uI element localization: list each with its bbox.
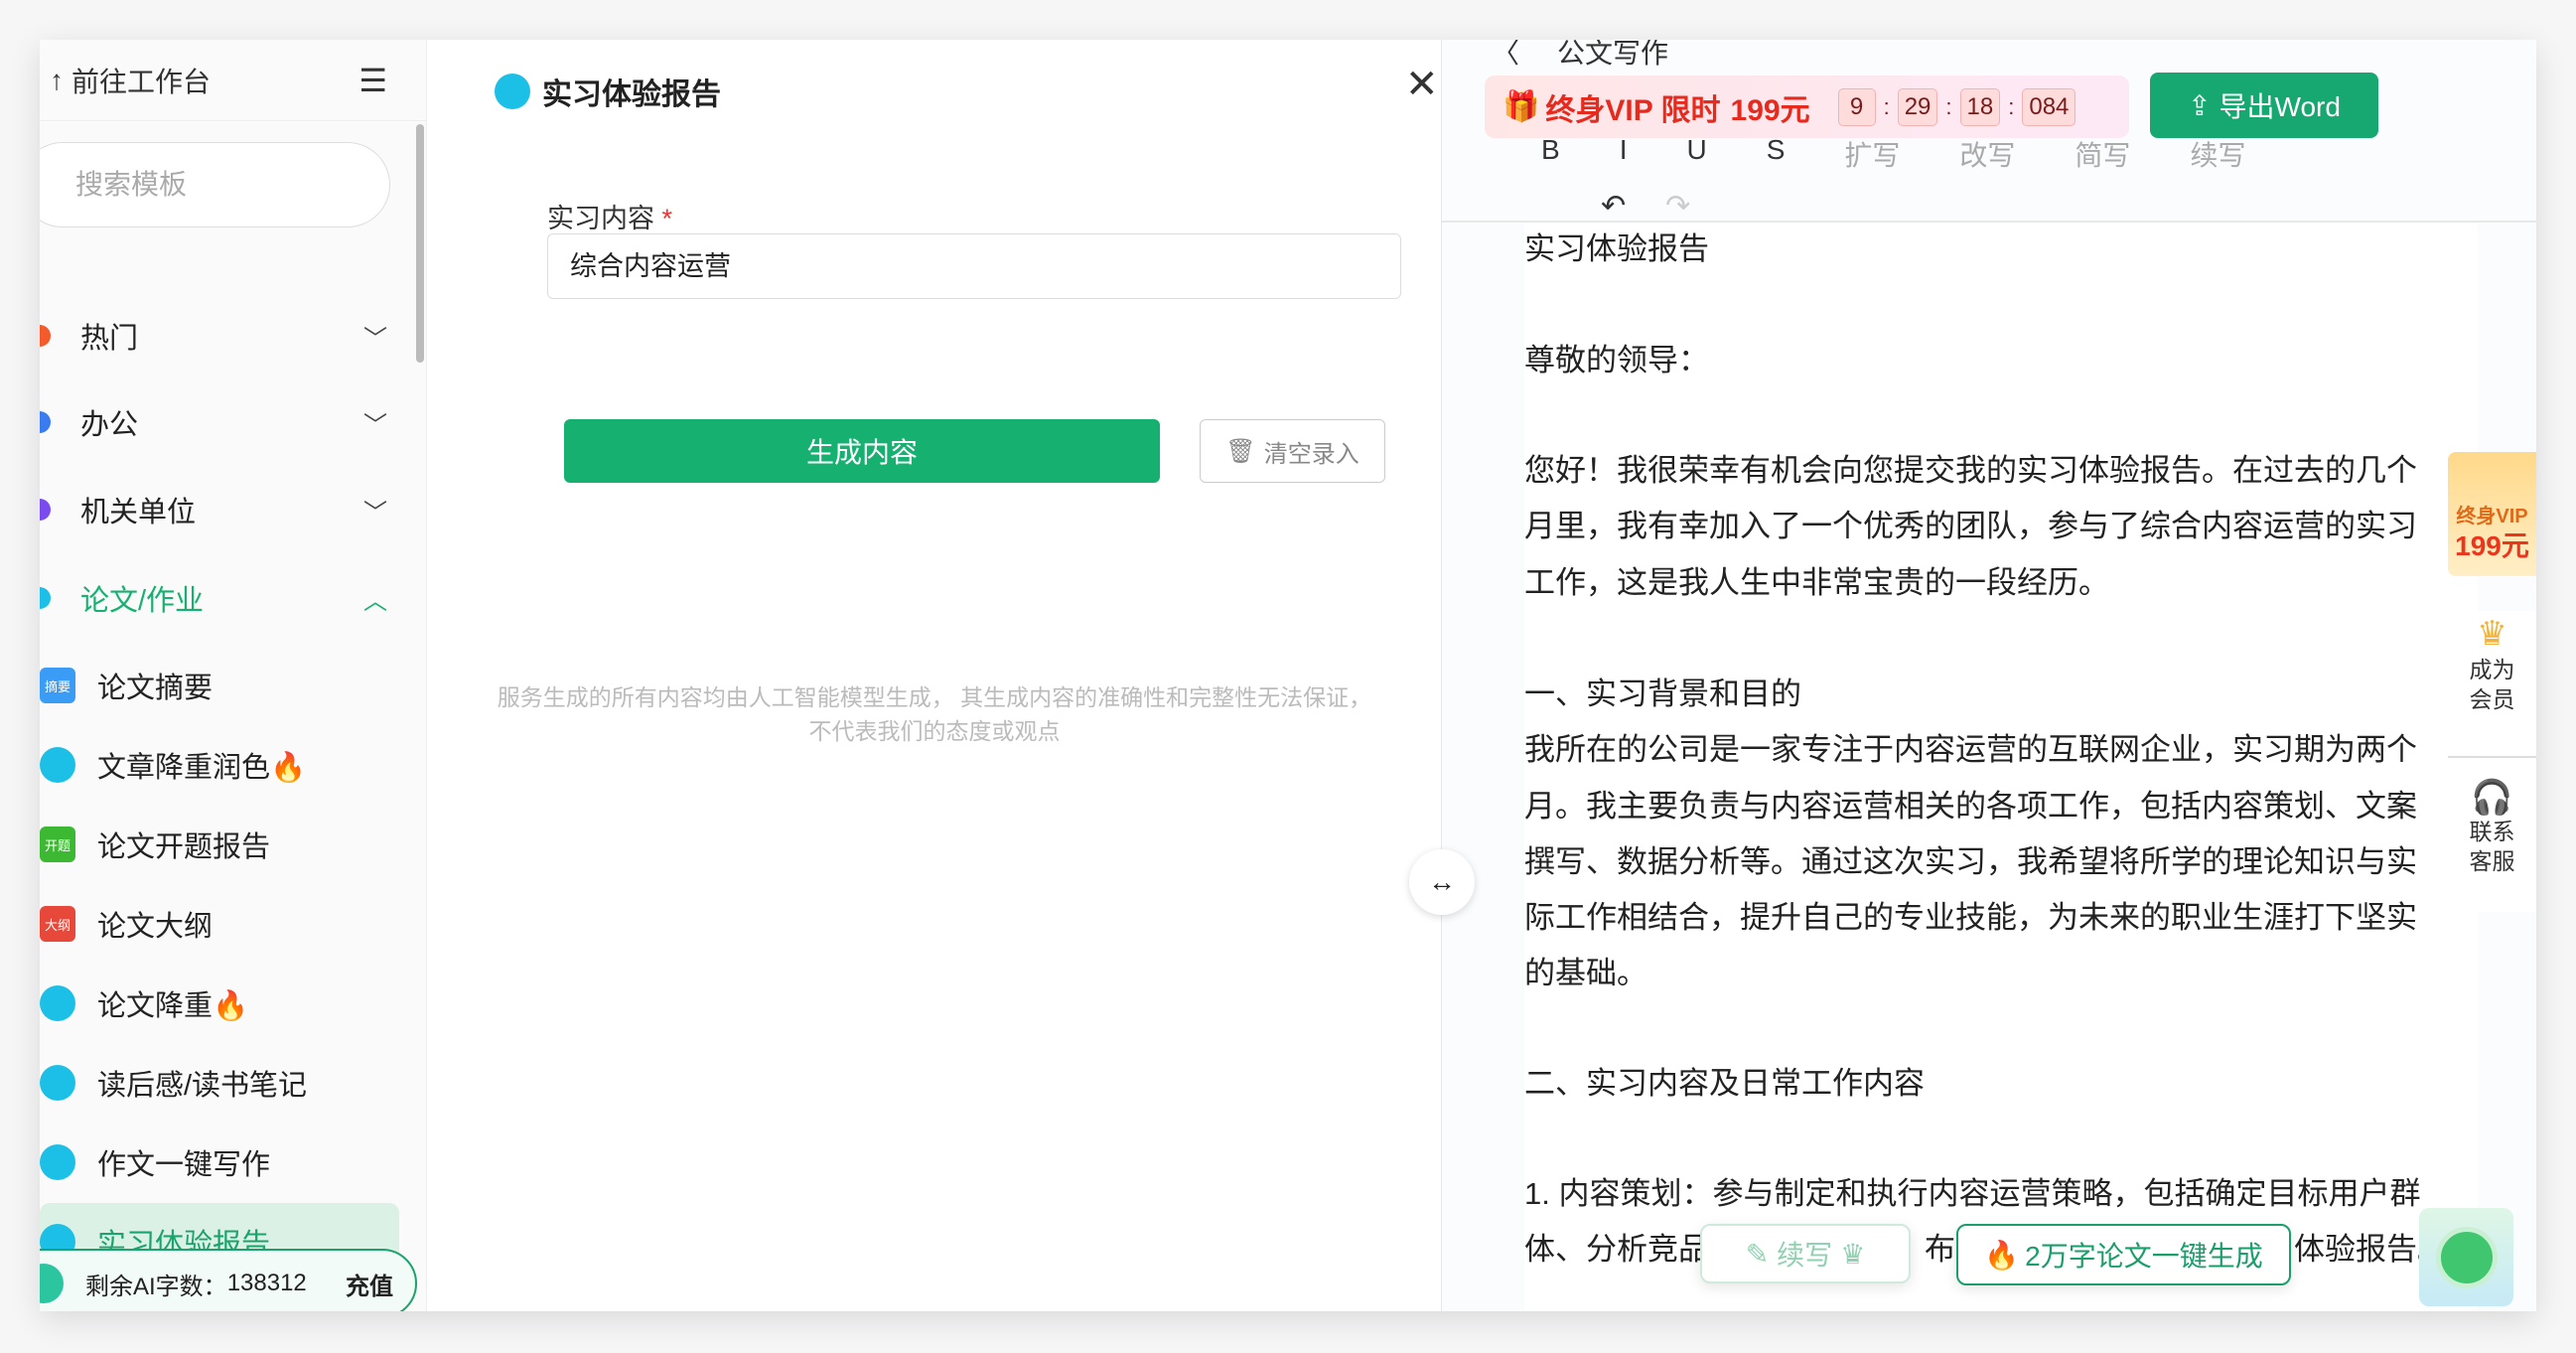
form-title: 实习体验报告 [542, 78, 721, 111]
thesis-generate-button[interactable]: 🔥 2万字论文一键生成 [1956, 1224, 2291, 1285]
doc-line: 尊敬的领导： [1524, 343, 1709, 377]
disclaimer: 服务生成的所有内容均由人工智能模型生成， 其生成内容的准确性和完整性无法保证， [497, 684, 1372, 710]
internship-content-input[interactable]: 综合内容运营 [547, 233, 1401, 299]
doc-line: 二、实习内容及日常工作内容 [1524, 1066, 1925, 1101]
sidebar-item[interactable]: 开题 论文开题报告 [40, 806, 399, 883]
back-icon: ↑ [50, 64, 64, 95]
doc-line: 我所在的公司是一家专注于内容运营的互联网企业，实习期为两个 [1524, 732, 2417, 767]
doc-line: 月里，我有幸加入了一个优秀的团队，参与了综合内容运营的实习 [1524, 509, 2417, 543]
search-input[interactable]: 搜索模板 [40, 142, 390, 227]
fire-icon: 🔥 [1984, 1239, 2020, 1271]
book-icon [40, 1144, 75, 1180]
vip-promo-banner[interactable]: 🎁 终身VIP 限时 199元 9:29:18:084 [1485, 75, 2129, 138]
document-body[interactable]: 实习体验报告 尊敬的领导： 您好！我很荣幸有机会向您提交我的实习体验报告。在过去的几… [1524, 224, 2478, 1311]
redo-icon[interactable]: ↷ [1665, 189, 1690, 224]
chevron-up-icon: ︿ [363, 587, 387, 615]
crown-icon: ♛ [2477, 615, 2507, 653]
remaining-words-bar: 剩余AI字数： 138312 充值 [40, 1249, 417, 1311]
list-icon [40, 1264, 64, 1303]
editor-panel: 〈 公文写作 B I U S 扩写 改写 简写 续写 🎁 终身VIP 限时 199元 9:29… [1442, 40, 2536, 1311]
doc-line: 月。我主要负责与内容运营相关的各项工作，包括内容策划、文案 [1524, 789, 2417, 824]
back-to-workbench[interactable]: ↑ 前往工作台 ☰ [40, 40, 427, 121]
badge-icon: 大纲 [40, 906, 75, 942]
gift-icon: 🎁 [1503, 90, 1540, 123]
toolbar-button[interactable]: B [1541, 134, 1560, 174]
countdown-digit: 9 [1837, 87, 1876, 126]
continue-writing-button[interactable]: ✎ 续写 ♛ [1700, 1224, 1911, 1283]
editor-toolbar: B I U S 扩写 改写 简写 续写 [1541, 134, 2245, 174]
doc-line: 实习体验报告 [1524, 231, 1709, 266]
countdown-digit: 29 [1897, 87, 1938, 126]
book-icon [40, 985, 75, 1021]
toolbar-button[interactable]: 扩写 [1844, 134, 1900, 174]
category-icon [40, 587, 51, 609]
chevron-down-icon: ﹀ [363, 325, 387, 353]
vip-gift-badge[interactable]: 终身VIP 199元 [2448, 452, 2536, 576]
chevron-down-icon: ﹀ [363, 411, 387, 439]
chevron-down-icon: ﹀ [363, 499, 387, 526]
become-member-button[interactable]: ♛ 成为会员 [2448, 611, 2536, 758]
doc-line: 际工作相结合，提升自己的专业技能，为未来的职业生涯打下坚实 [1524, 900, 2417, 935]
undo-icon[interactable]: ↶ [1601, 189, 1626, 224]
sidebar-item[interactable]: 论文降重🔥 [40, 965, 399, 1042]
countdown-timer: 9:29:18:084 [1837, 87, 2076, 126]
toolbar-button[interactable]: I [1620, 134, 1628, 174]
doc-line: 1. 内容策划：参与制定和执行内容运营策略，包括确定目标用户群 [1524, 1176, 2421, 1211]
headset-icon: 🎧 [2471, 779, 2513, 817]
field-label: 实习内容 [547, 204, 654, 233]
export-icon: ⇪ [2188, 89, 2212, 121]
menu-collapse-icon[interactable]: ☰ [358, 62, 387, 99]
scrollbar[interactable] [416, 124, 424, 363]
sidebar-item[interactable]: 读后感/读书笔记 [40, 1044, 399, 1122]
form-panel: 实习体验报告 ✕ 实习内容 * 综合内容运营 生成内容 🗑 清空录入 服务生成的… [427, 40, 1442, 1311]
countdown-digit: 18 [1959, 87, 2001, 126]
toolbar-button[interactable]: U [1686, 134, 1706, 174]
clear-button[interactable]: 🗑 清空录入 [1200, 419, 1385, 483]
export-word-button[interactable]: ⇪ 导出Word [2150, 73, 2378, 138]
pen-icon: ✎ [1745, 1238, 1770, 1270]
badge-icon: 摘要 [40, 668, 75, 703]
doc-line: 撰写、数据分析等。通过这次实习，我希望将所学的理论知识与实 [1524, 844, 2417, 879]
book-icon [40, 747, 75, 783]
sidebar-category[interactable]: 机关单位 ﹀ [40, 480, 427, 539]
category-icon [40, 411, 51, 433]
toolbar-button[interactable]: 改写 [1959, 134, 2015, 174]
category-icon [40, 499, 51, 521]
sidebar-category[interactable]: 热门 ﹀ [40, 306, 427, 366]
sidebar-item[interactable]: 摘要 论文摘要 [40, 647, 399, 724]
countdown-digit: 084 [2022, 87, 2076, 126]
contact-service-button[interactable]: 🎧 联系客服 [2448, 759, 2536, 912]
trash-icon: 🗑 [1225, 437, 1256, 465]
breadcrumb: 公文写作 [1557, 40, 1669, 69]
category-icon [40, 325, 51, 347]
doc-line: 您好！我很荣幸有机会向您提交我的实习体验报告。在过去的几个 [1524, 453, 2417, 488]
robot-assistant-icon[interactable] [2419, 1208, 2513, 1306]
doc-line: 工作，这是我人生中非常宝贵的一段经历。 [1524, 565, 2109, 600]
toolbar-button[interactable]: S [1767, 134, 1786, 174]
crown-icon: ♛ [1840, 1238, 1866, 1270]
badge-icon: 开题 [40, 827, 75, 862]
doc-line: 的基础。 [1524, 956, 1647, 990]
sidebar: ↑ 前往工作台 ☰ 搜索模板 热门 ﹀ 办公 ﹀ 机关单位 ﹀ 论文/作业 ︿ 摘要 论文摘要文… [40, 40, 427, 1311]
back-chevron-icon[interactable]: 〈 [1492, 40, 1519, 72]
sidebar-item[interactable]: 作文一键写作 [40, 1124, 399, 1201]
sidebar-item[interactable]: 大纲 论文大纲 [40, 885, 399, 963]
sidebar-item[interactable]: 文章降重润色🔥 [40, 726, 399, 804]
doc-line: 一、实习背景和目的 [1524, 676, 1801, 711]
recharge-button[interactable]: 充值 [346, 1267, 393, 1301]
toolbar-button[interactable]: 简写 [2075, 134, 2130, 174]
toolbar-button[interactable]: 续写 [2190, 134, 2245, 174]
app-window: ↑ 前往工作台 ☰ 搜索模板 热门 ﹀ 办公 ﹀ 机关单位 ﹀ 论文/作业 ︿ 摘要 论文摘要文… [40, 40, 2536, 1311]
generate-button[interactable]: 生成内容 [564, 419, 1160, 483]
book-icon [495, 74, 530, 109]
close-icon[interactable]: ✕ [1405, 62, 1439, 107]
panel-resize-handle[interactable]: ↔ [1409, 849, 1475, 915]
book-icon [40, 1065, 75, 1101]
sidebar-category[interactable]: 论文/作业 ︿ [40, 568, 427, 628]
sidebar-category[interactable]: 办公 ﹀ [40, 392, 427, 452]
